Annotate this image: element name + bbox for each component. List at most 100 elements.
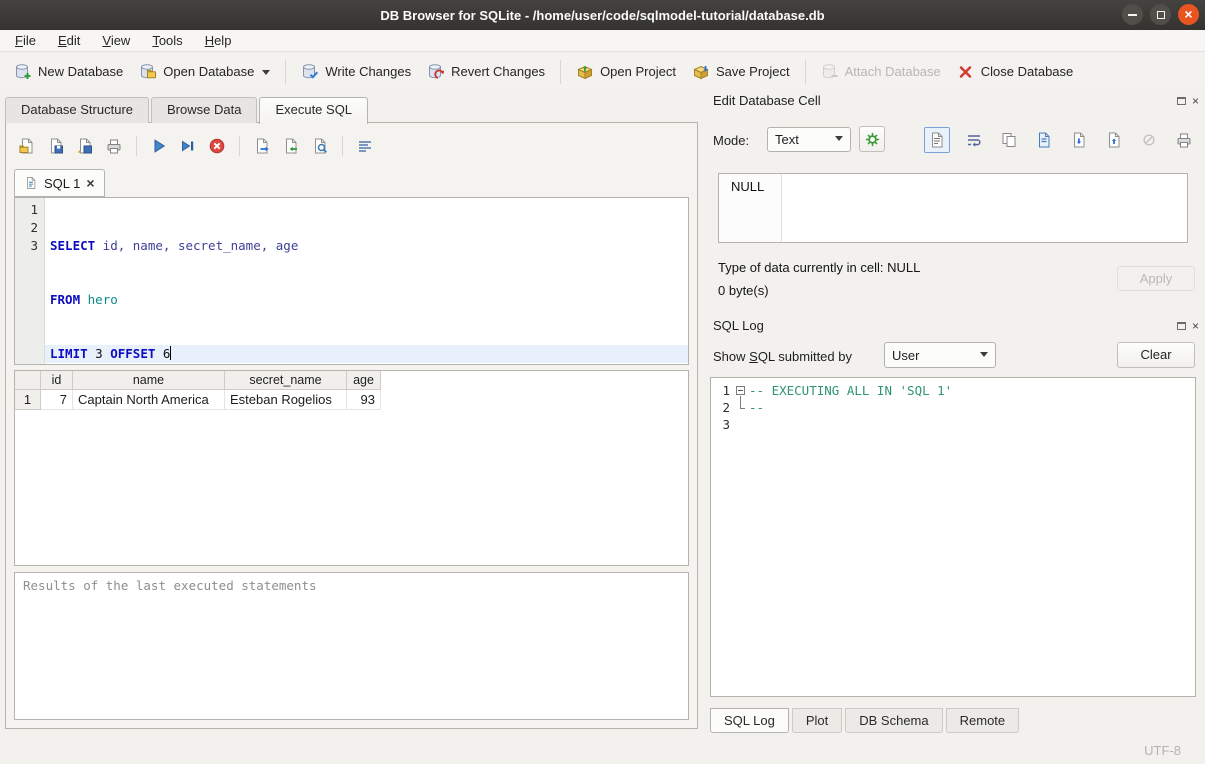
- attach-database-button[interactable]: Attach Database: [813, 59, 949, 85]
- menu-edit[interactable]: Edit: [47, 31, 91, 50]
- open-project-label: Open Project: [600, 64, 676, 79]
- export-icon: [1105, 131, 1123, 149]
- column-header-age[interactable]: age: [347, 371, 381, 390]
- close-dock-icon[interactable]: ×: [1192, 320, 1199, 332]
- new-database-button[interactable]: New Database: [6, 59, 131, 85]
- tab-plot[interactable]: Plot: [792, 708, 842, 733]
- open-project-icon: [576, 63, 594, 81]
- text-view-icon: [928, 131, 946, 149]
- new-database-label: New Database: [38, 64, 123, 79]
- filter-label-mnemonic: S: [749, 349, 758, 364]
- log-filter-value: User: [892, 348, 919, 363]
- log-filter-combobox[interactable]: User: [884, 342, 996, 368]
- maximize-button[interactable]: [1150, 4, 1171, 25]
- apply-button[interactable]: Apply: [1117, 266, 1195, 291]
- minimize-button[interactable]: [1122, 4, 1143, 25]
- row-number[interactable]: 1: [15, 390, 41, 410]
- menubar: File Edit View Tools Help: [0, 30, 1205, 52]
- open-project-button[interactable]: Open Project: [568, 59, 684, 85]
- format-sql-button[interactable]: [354, 135, 376, 157]
- sql-tab[interactable]: SQL 1 ×: [14, 169, 105, 197]
- execution-message-area[interactable]: Results of the last executed statements: [14, 572, 689, 720]
- fold-collapse-icon[interactable]: [736, 386, 745, 395]
- export-sql-button[interactable]: [251, 135, 273, 157]
- encoding-indicator[interactable]: UTF-8: [1144, 743, 1181, 758]
- log-text: --: [749, 399, 764, 416]
- text-view-button[interactable]: [924, 127, 950, 153]
- tab-execute-sql[interactable]: Execute SQL: [259, 97, 368, 124]
- menu-file[interactable]: File: [4, 31, 47, 50]
- export-cell-button[interactable]: [1103, 129, 1125, 151]
- mode-value: Text: [775, 132, 799, 147]
- line-number: 3: [15, 237, 38, 255]
- import-sql-button[interactable]: [280, 135, 302, 157]
- titlebar[interactable]: DB Browser for SQLite - /home/user/code/…: [0, 0, 1205, 30]
- format-sql-icon: [356, 137, 374, 155]
- cell-value: NULL: [731, 179, 764, 194]
- main-toolbar: New Database Open Database Write Changes…: [0, 53, 1205, 90]
- close-sql-tab-icon[interactable]: ×: [86, 176, 94, 190]
- clear-log-button[interactable]: Clear: [1117, 342, 1195, 368]
- find-in-sql-button[interactable]: [309, 135, 331, 157]
- window-title: DB Browser for SQLite - /home/user/code/…: [380, 8, 824, 23]
- cell-value-editor[interactable]: NULL: [718, 173, 1188, 243]
- mode-combobox[interactable]: Text: [767, 127, 851, 152]
- cell-id[interactable]: 7: [41, 390, 73, 410]
- stop-execution-button[interactable]: [206, 135, 228, 157]
- float-dock-icon[interactable]: [1177, 322, 1186, 330]
- tab-remote[interactable]: Remote: [946, 708, 1020, 733]
- open-sql-file-button[interactable]: [16, 135, 38, 157]
- close-database-button[interactable]: Close Database: [949, 59, 1082, 85]
- column-header-name[interactable]: name: [73, 371, 225, 390]
- execute-all-button[interactable]: [148, 135, 170, 157]
- tab-sql-log[interactable]: SQL Log: [710, 708, 789, 733]
- chevron-down-icon: [835, 136, 843, 145]
- menu-help[interactable]: Help: [194, 31, 243, 50]
- column-header-id[interactable]: id: [41, 371, 73, 390]
- text-cursor: [170, 346, 171, 360]
- save-sql-file-icon: [47, 137, 65, 155]
- word-wrap-button[interactable]: [963, 129, 985, 151]
- set-null-button[interactable]: [1138, 129, 1160, 151]
- close-database-icon: [957, 63, 975, 81]
- edit-cell-dock-controls: ×: [1177, 95, 1199, 107]
- tab-db-schema[interactable]: DB Schema: [845, 708, 942, 733]
- import-icon: [1070, 131, 1088, 149]
- open-database-dropdown-icon[interactable]: [262, 70, 270, 79]
- close-dock-icon[interactable]: ×: [1192, 95, 1199, 107]
- tab-browse-data[interactable]: Browse Data: [151, 97, 257, 123]
- menu-view[interactable]: View: [91, 31, 141, 50]
- save-sql-as-button[interactable]: [74, 135, 96, 157]
- menu-tools[interactable]: Tools: [141, 31, 193, 50]
- execute-line-icon: [179, 137, 197, 155]
- open-database-button[interactable]: Open Database: [131, 59, 278, 85]
- space: [80, 292, 88, 307]
- edit-cell-dock-title: Edit Database Cell: [713, 93, 821, 108]
- print-cell-button[interactable]: [1173, 129, 1195, 151]
- cell-name[interactable]: Captain North America: [73, 390, 225, 410]
- save-sql-file-button[interactable]: [45, 135, 67, 157]
- toolbar-separator: [342, 136, 343, 156]
- sql-editor[interactable]: 1 2 3 SELECT id, name, secret_name, age …: [14, 197, 689, 365]
- column-header-secret-name[interactable]: secret_name: [225, 371, 347, 390]
- execute-line-button[interactable]: [177, 135, 199, 157]
- cell-age[interactable]: 93: [347, 390, 381, 410]
- revert-changes-button[interactable]: Revert Changes: [419, 59, 553, 85]
- save-cell-button[interactable]: [1033, 129, 1055, 151]
- chevron-down-icon: [980, 352, 988, 361]
- close-window-button[interactable]: ×: [1178, 4, 1199, 25]
- print-sql-button[interactable]: [103, 135, 125, 157]
- toolbar-separator: [136, 136, 137, 156]
- line-number-gutter: 1 2 3: [15, 198, 45, 364]
- auto-format-button[interactable]: [859, 126, 885, 152]
- save-project-button[interactable]: Save Project: [684, 59, 798, 85]
- cell-secret-name[interactable]: Esteban Rogelios: [225, 390, 347, 410]
- log-line-number: 3: [711, 416, 733, 433]
- float-dock-icon[interactable]: [1177, 97, 1186, 105]
- write-changes-button[interactable]: Write Changes: [293, 59, 419, 85]
- import-cell-button[interactable]: [1068, 129, 1090, 151]
- execute-all-icon: [150, 137, 168, 155]
- sql-log-editor[interactable]: 1 -- EXECUTING ALL IN 'SQL 1' 2 -- 3: [710, 377, 1196, 697]
- copy-cell-button[interactable]: [998, 129, 1020, 151]
- tab-database-structure[interactable]: Database Structure: [5, 97, 149, 123]
